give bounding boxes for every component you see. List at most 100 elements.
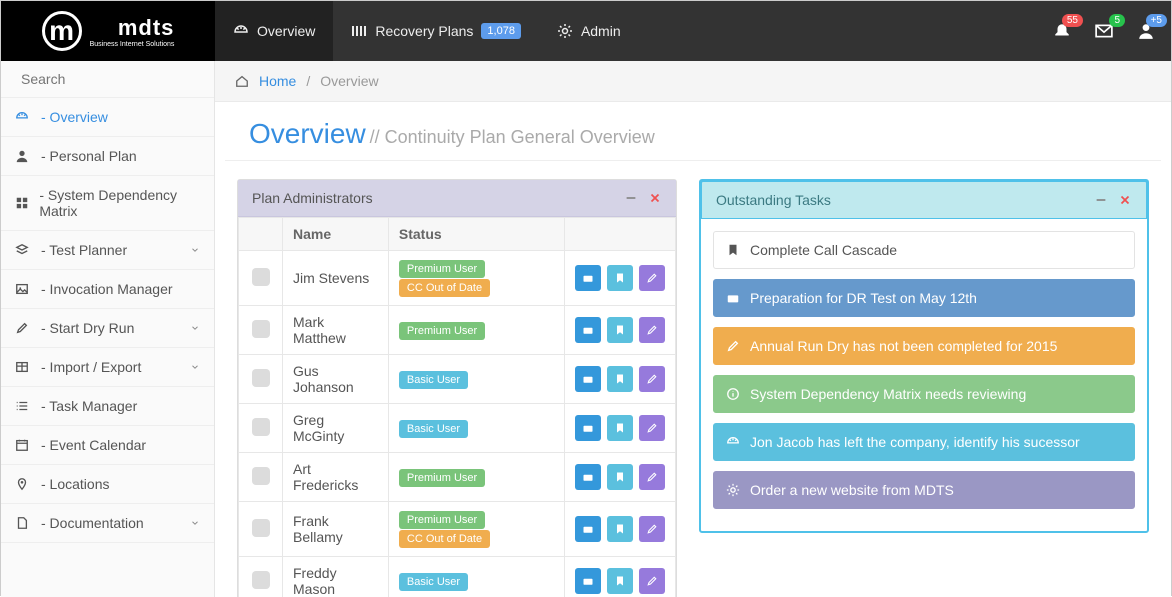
task-item[interactable]: Jon Jacob has left the company, identify… (713, 423, 1135, 461)
edit-icon (646, 324, 658, 336)
top-navigation: Overview Recovery Plans 1,078 Admin (215, 1, 1053, 61)
notifications-mail[interactable]: 5 (1095, 22, 1113, 40)
sidebar-search[interactable] (1, 61, 214, 98)
breadcrumb-home-link[interactable]: Home (259, 73, 296, 89)
sidebar-item-label: - Documentation (41, 515, 144, 531)
sidebar-item-2[interactable]: - System Dependency Matrix (1, 176, 214, 231)
row-camera-button[interactable] (575, 265, 601, 291)
row-checkbox[interactable] (252, 320, 270, 338)
row-camera-button[interactable] (575, 516, 601, 542)
admin-name: Mark Matthew (283, 306, 389, 355)
row-edit-button[interactable] (639, 317, 665, 343)
topbar: m mdts Business Internet Solutions Overv… (1, 1, 1171, 61)
file-icon (15, 516, 29, 530)
topnav-label: Admin (581, 23, 621, 39)
panel-minimize[interactable] (1094, 193, 1108, 207)
row-checkbox[interactable] (252, 519, 270, 537)
row-checkbox[interactable] (252, 268, 270, 286)
sidebar-item-3[interactable]: - Test Planner (1, 231, 214, 270)
status-badge: Premium User (399, 469, 485, 487)
sidebar-item-7[interactable]: - Task Manager (1, 387, 214, 426)
page-title: Overview (249, 118, 366, 149)
row-checkbox[interactable] (252, 369, 270, 387)
col-status: Status (388, 218, 564, 251)
camera-icon (582, 471, 594, 483)
chevron-down-icon (190, 518, 200, 528)
page-header: Overview // Continuity Plan General Over… (225, 102, 1161, 161)
task-item[interactable]: System Dependency Matrix needs reviewing (713, 375, 1135, 413)
notifications-bell[interactable]: 55 (1053, 22, 1071, 40)
brand-logo[interactable]: m mdts Business Internet Solutions (1, 1, 215, 61)
calendar-icon (15, 438, 29, 452)
sidebar-item-label: - Personal Plan (41, 148, 137, 164)
row-bookmark-button[interactable] (607, 568, 633, 594)
sidebar-item-1[interactable]: - Personal Plan (1, 137, 214, 176)
sidebar-item-8[interactable]: - Event Calendar (1, 426, 214, 465)
row-edit-button[interactable] (639, 464, 665, 490)
grid-icon (15, 196, 29, 210)
task-text: Order a new website from MDTS (750, 482, 954, 498)
sidebar-item-6[interactable]: - Import / Export (1, 348, 214, 387)
sidebar-item-0[interactable]: - Overview (1, 98, 214, 137)
bell-badge: 55 (1062, 14, 1083, 27)
row-bookmark-button[interactable] (607, 464, 633, 490)
main-content: Home / Overview Overview // Continuity P… (215, 61, 1171, 597)
topnav-admin[interactable]: Admin (539, 1, 639, 61)
outstanding-tasks-panel: Outstanding Tasks Complete Call Cascade … (699, 179, 1149, 533)
panel-close[interactable] (648, 191, 662, 205)
row-edit-button[interactable] (639, 568, 665, 594)
admin-name: Art Fredericks (283, 453, 389, 502)
breadcrumb: Home / Overview (215, 61, 1171, 102)
sidebar-item-label: - Locations (41, 476, 109, 492)
user-menu[interactable]: +5 (1137, 22, 1155, 40)
topnav-recovery plans[interactable]: Recovery Plans 1,078 (333, 1, 539, 61)
task-item[interactable]: Preparation for DR Test on May 12th (713, 279, 1135, 317)
row-bookmark-button[interactable] (607, 317, 633, 343)
search-input[interactable] (21, 71, 202, 87)
panel-header: Plan Administrators (238, 180, 676, 217)
sidebar-item-10[interactable]: - Documentation (1, 504, 214, 543)
row-checkbox[interactable] (252, 467, 270, 485)
dashboard-icon (233, 23, 249, 39)
row-edit-button[interactable] (639, 265, 665, 291)
task-text: Annual Run Dry has not been completed fo… (750, 338, 1057, 354)
home-icon (235, 74, 249, 88)
row-checkbox[interactable] (252, 418, 270, 436)
chevron-down-icon (190, 245, 200, 255)
row-camera-button[interactable] (575, 366, 601, 392)
topnav-label: Recovery Plans (375, 23, 473, 39)
panel-close[interactable] (1118, 193, 1132, 207)
panel-title: Outstanding Tasks (716, 192, 831, 208)
status-badge: CC Out of Date (399, 279, 490, 297)
user-badge: +5 (1146, 14, 1167, 27)
sidebar-item-9[interactable]: - Locations (1, 465, 214, 504)
row-bookmark-button[interactable] (607, 366, 633, 392)
task-text: System Dependency Matrix needs reviewing (750, 386, 1026, 402)
row-bookmark-button[interactable] (607, 265, 633, 291)
admin-name: Gus Johanson (283, 355, 389, 404)
sidebar-item-5[interactable]: - Start Dry Run (1, 309, 214, 348)
row-edit-button[interactable] (639, 415, 665, 441)
task-item[interactable]: Order a new website from MDTS (713, 471, 1135, 509)
sidebar-item-4[interactable]: - Invocation Manager (1, 270, 214, 309)
status-badge: Premium User (399, 322, 485, 340)
pin-icon (15, 477, 29, 491)
status-badge: Premium User (399, 260, 485, 278)
panel-minimize[interactable] (624, 191, 638, 205)
row-camera-button[interactable] (575, 464, 601, 490)
row-bookmark-button[interactable] (607, 516, 633, 542)
panel-header: Outstanding Tasks (700, 180, 1148, 219)
task-item[interactable]: Complete Call Cascade (713, 231, 1135, 269)
row-edit-button[interactable] (639, 516, 665, 542)
row-edit-button[interactable] (639, 366, 665, 392)
topnav-overview[interactable]: Overview (215, 1, 333, 61)
row-camera-button[interactable] (575, 415, 601, 441)
row-camera-button[interactable] (575, 568, 601, 594)
task-item[interactable]: Annual Run Dry has not been completed fo… (713, 327, 1135, 365)
row-bookmark-button[interactable] (607, 415, 633, 441)
row-camera-button[interactable] (575, 317, 601, 343)
edit-icon (646, 272, 658, 284)
edit-icon (15, 321, 29, 335)
row-checkbox[interactable] (252, 571, 270, 589)
table-row: Jim Stevens Premium User CC Out of Date (239, 251, 676, 306)
